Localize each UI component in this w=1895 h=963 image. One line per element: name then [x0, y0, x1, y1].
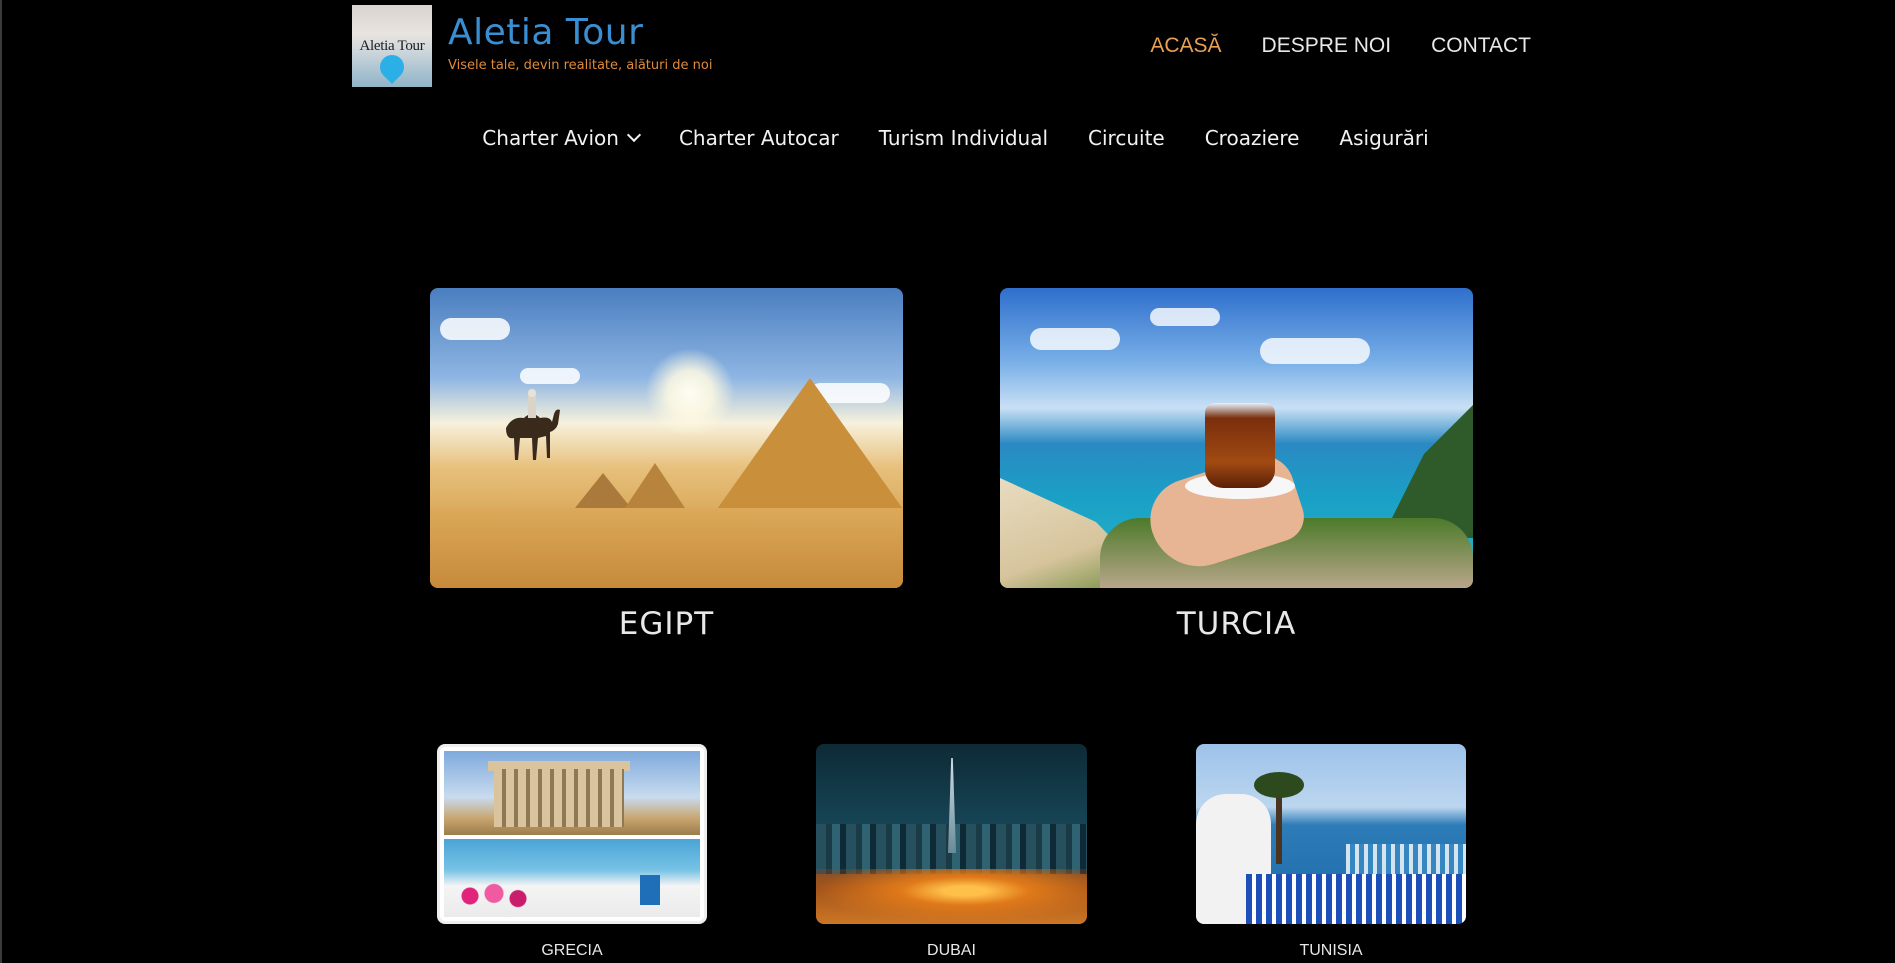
palm-tree-icon [1254, 772, 1304, 798]
cloud-shape [1030, 328, 1120, 350]
camel-rider-icon [506, 389, 560, 460]
logo-heart-icon [375, 50, 409, 84]
greece-image[interactable] [437, 744, 707, 924]
green-hill [1382, 398, 1473, 538]
blue-railing [1246, 874, 1466, 924]
category-nav: Charter Avion Charter Autocar Turism Ind… [0, 126, 1895, 150]
site-title[interactable]: Aletia Tour [448, 12, 643, 53]
greece-title[interactable]: GRECIA [437, 942, 707, 960]
site-logo[interactable]: Aletia Tour [352, 5, 432, 87]
santorini-panel [444, 839, 700, 917]
menu-item-label: Charter Autocar [678, 126, 839, 150]
turkey-image[interactable] [1000, 288, 1473, 588]
tea-glass-icon [1205, 403, 1275, 488]
menu-item-charter-avion[interactable]: Charter Avion [482, 126, 642, 150]
dubai-title[interactable]: DUBAI [816, 942, 1087, 960]
nav-link-contact[interactable]: CONTACT [1431, 34, 1531, 58]
top-nav: ACASĂ DESPRE NOI CONTACT [1150, 34, 1531, 58]
flowers [454, 883, 534, 909]
desert-sand [430, 508, 903, 588]
turkey-title[interactable]: TURCIA [1000, 606, 1473, 642]
marina-boats [1346, 844, 1466, 874]
site-tagline: Visele tale, devin realitate, alături de… [448, 58, 713, 73]
menu-item-label: Turism Individual [878, 126, 1049, 150]
tunisia-image[interactable] [1196, 744, 1466, 924]
menu-item-charter-autocar[interactable]: Charter Autocar [679, 126, 839, 150]
menu-item-label: Circuite [1088, 126, 1165, 150]
menu-item-label: Charter Avion [482, 126, 619, 150]
logo-text: Aletia Tour [359, 38, 425, 54]
chevron-down-icon [626, 127, 642, 143]
parthenon-panel [444, 751, 700, 835]
menu-item-circuite[interactable]: Circuite [1088, 126, 1165, 150]
cloud-shape [520, 368, 580, 384]
menu-item-turism-individual[interactable]: Turism Individual [879, 126, 1048, 150]
menu-item-croaziere[interactable]: Croaziere [1205, 126, 1300, 150]
blue-door [640, 875, 660, 905]
menu-item-asigurari[interactable]: Asigurări [1339, 126, 1428, 150]
egypt-image[interactable] [430, 288, 903, 588]
tunisia-title[interactable]: TUNISIA [1196, 942, 1466, 960]
parthenon-columns [494, 769, 624, 827]
city-lights [816, 869, 1087, 924]
cloud-shape [1150, 308, 1220, 326]
small-pyramid [625, 463, 685, 508]
cloud-shape [440, 318, 510, 340]
menu-item-label: Croaziere [1204, 126, 1300, 150]
dubai-image[interactable] [816, 744, 1087, 924]
cloud-shape [1260, 338, 1370, 364]
menu-item-label: Asigurări [1339, 126, 1429, 150]
egypt-title[interactable]: EGIPT [430, 606, 903, 642]
burj-khalifa [948, 758, 956, 853]
nav-link-despre-noi[interactable]: DESPRE NOI [1262, 34, 1392, 58]
small-pyramid [575, 473, 631, 508]
nav-link-acasa[interactable]: ACASĂ [1150, 34, 1221, 58]
